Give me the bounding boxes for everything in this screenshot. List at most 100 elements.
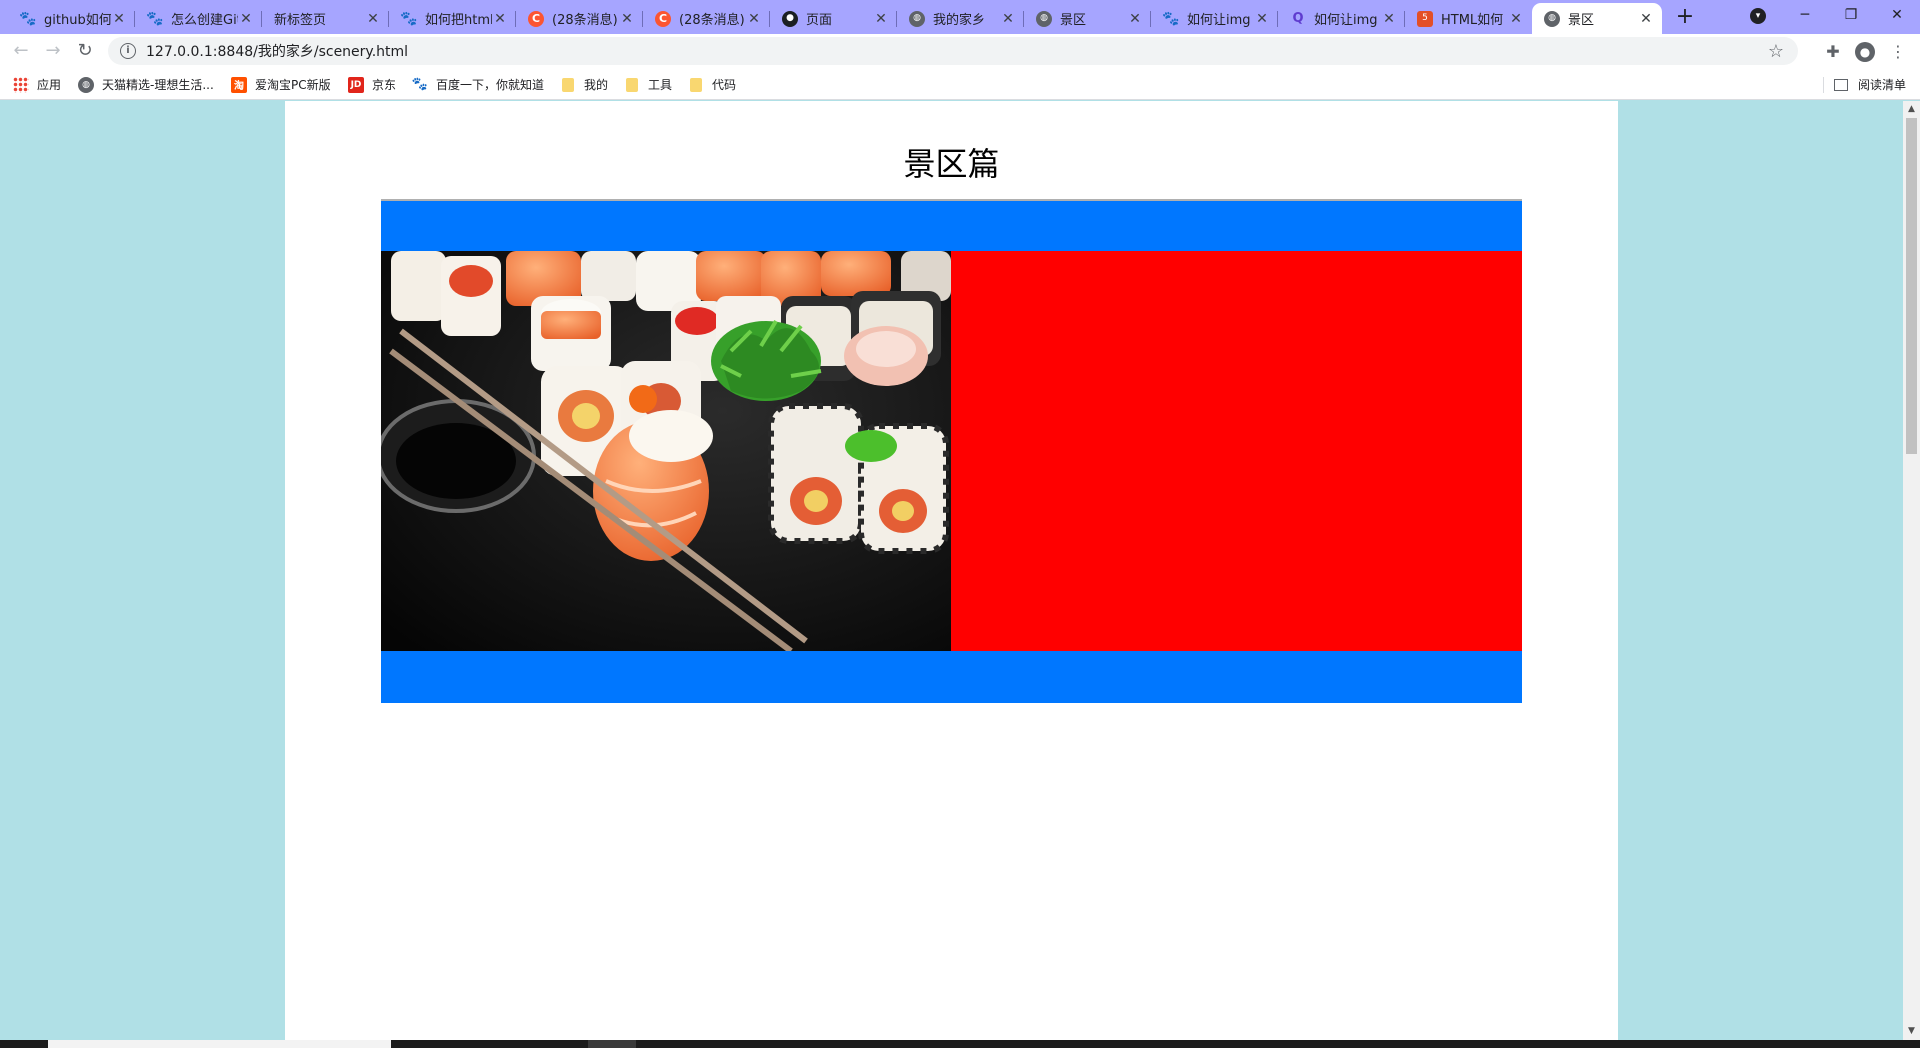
- close-tab-icon[interactable]: ✕: [1638, 11, 1654, 27]
- close-tab-icon[interactable]: ✕: [1127, 11, 1143, 27]
- extensions-puzzle-icon[interactable]: ✚: [1823, 42, 1843, 61]
- close-tab-icon[interactable]: ✕: [1000, 11, 1016, 27]
- close-tab-icon[interactable]: ✕: [1381, 11, 1397, 27]
- tab-csdn-1[interactable]: C (28条消息) ✕: [516, 3, 643, 34]
- close-tab-icon[interactable]: ✕: [619, 11, 635, 27]
- bookmark-label: 百度一下，你就知道: [436, 78, 545, 92]
- tab-create-git[interactable]: 🐾 怎么创建Git ✕: [135, 3, 262, 34]
- bookmark-jd[interactable]: JD 京东: [348, 76, 396, 93]
- tab-html[interactable]: 🐾 如何把html ✕: [389, 3, 516, 34]
- tab-img-1[interactable]: 🐾 如何让img ✕: [1151, 3, 1278, 34]
- tab-title: github如何: [44, 13, 111, 28]
- bookmarks-divider: [1822, 76, 1824, 93]
- tab-html-how[interactable]: 5 HTML如何 ✕: [1405, 3, 1532, 34]
- taskbar-app-browser[interactable]: [588, 1040, 636, 1048]
- blue-banner: [381, 201, 1522, 703]
- tab-title: 新标签页: [274, 13, 327, 28]
- tab-title: 景区: [1568, 13, 1595, 28]
- globe-icon: ◍: [1544, 10, 1560, 27]
- csdn-icon: C: [655, 10, 671, 27]
- globe-icon: ◍: [1036, 10, 1052, 27]
- reading-list-icon: [1833, 78, 1848, 91]
- tab-title: (28条消息): [552, 13, 618, 28]
- tab-github-page[interactable]: ● 页面 ✕: [770, 3, 897, 34]
- page-container: 景区篇: [285, 101, 1618, 1040]
- bookmark-taobao[interactable]: 淘 爱淘宝PC新版: [231, 76, 331, 93]
- baidu-paw-icon: 🐾: [1162, 10, 1180, 27]
- vertical-scrollbar[interactable]: ▲ ▼: [1903, 101, 1920, 1040]
- bookmark-folder-mine[interactable]: 我的: [562, 76, 608, 93]
- reading-list-label: 阅读清单: [1857, 78, 1906, 92]
- tab-img-2[interactable]: Q 如何让img ✕: [1278, 3, 1405, 34]
- close-tab-icon[interactable]: ✕: [365, 11, 381, 27]
- close-window-button[interactable]: ✕: [1874, 0, 1920, 30]
- tab-title: HTML如何: [1441, 13, 1504, 28]
- tab-new-tab[interactable]: 新标签页 ✕: [262, 3, 389, 34]
- close-tab-icon[interactable]: ✕: [1254, 11, 1270, 27]
- bookmark-label: 京东: [372, 78, 397, 92]
- profile-avatar-icon[interactable]: ●: [1855, 42, 1875, 62]
- tab-title: 页面: [806, 13, 833, 28]
- bookmark-folder-tools[interactable]: 工具: [626, 76, 672, 93]
- tab-scenery-active[interactable]: ◍ 景区 ✕: [1532, 3, 1662, 34]
- new-tab-button[interactable]: +: [1670, 4, 1700, 30]
- csdn-icon: C: [528, 10, 544, 27]
- site-info-icon[interactable]: i: [120, 43, 136, 59]
- scroll-up-arrow-icon[interactable]: ▲: [1903, 101, 1920, 118]
- bookmark-tmall[interactable]: ◍ 天猫精选-理想生活...: [78, 76, 214, 93]
- github-icon: ●: [782, 10, 798, 27]
- globe-icon: ◍: [909, 10, 925, 27]
- bookmark-label: 爱淘宝PC新版: [255, 78, 331, 92]
- jd-icon: JD: [348, 76, 364, 93]
- forward-arrow-icon[interactable]: →: [41, 39, 65, 63]
- bookmark-label: 代码: [712, 78, 737, 92]
- bookmark-label: 天猫精选-理想生活...: [102, 78, 214, 92]
- restore-button[interactable]: ❐: [1828, 0, 1874, 30]
- reading-list-button[interactable]: 阅读清单: [1822, 76, 1906, 93]
- bookmark-label: 应用: [37, 78, 62, 92]
- sushi-platter-illustration: [381, 251, 951, 651]
- tab-title: 如何让img: [1314, 13, 1378, 28]
- baidu-paw-icon: 🐾: [19, 10, 37, 27]
- folder-icon: [690, 77, 702, 92]
- baidu-paw-icon: 🐾: [411, 77, 429, 92]
- globe-icon: ◍: [78, 76, 94, 93]
- tab-title: (28条消息): [679, 13, 745, 28]
- scrollbar-thumb[interactable]: [1906, 118, 1917, 454]
- tab-search-icon[interactable]: ▾: [1750, 8, 1766, 24]
- address-url[interactable]: 127.0.0.1:8848/我的家乡/scenery.html: [146, 41, 408, 61]
- tab-title: 景区: [1060, 13, 1087, 28]
- minimize-button[interactable]: ─: [1782, 0, 1828, 30]
- tab-github[interactable]: 🐾 github如何 ✕: [8, 3, 135, 34]
- back-arrow-icon[interactable]: ←: [9, 39, 33, 63]
- tab-title: 如何让img: [1187, 13, 1251, 28]
- close-tab-icon[interactable]: ✕: [873, 11, 889, 27]
- red-panel: [951, 251, 1522, 651]
- reload-icon[interactable]: ↻: [73, 39, 97, 63]
- page-title: 景区篇: [903, 145, 1000, 183]
- tab-csdn-2[interactable]: C (28条消息) ✕: [643, 3, 770, 34]
- tab-scenery-1[interactable]: ◍ 景区 ✕: [1024, 3, 1151, 34]
- menu-kebab-icon[interactable]: ⋮: [1888, 42, 1908, 61]
- iqiyi-icon: Q: [1292, 11, 1304, 26]
- baidu-paw-icon: 🐾: [400, 10, 418, 27]
- address-bar[interactable]: i 127.0.0.1:8848/我的家乡/scenery.html ☆: [108, 37, 1798, 65]
- bookmark-apps[interactable]: 应用: [13, 76, 61, 93]
- tab-strip: 🐾 github如何 ✕ 🐾 怎么创建Git ✕ 新标签页 ✕ 🐾 如何把htm…: [0, 0, 1920, 34]
- taskbar-search[interactable]: [48, 1040, 391, 1048]
- page-viewport: 景区篇: [0, 101, 1903, 1040]
- bookmark-folder-code[interactable]: 代码: [690, 76, 736, 93]
- scroll-down-arrow-icon[interactable]: ▼: [1903, 1023, 1920, 1040]
- apps-grid-icon: [13, 76, 29, 93]
- close-tab-icon[interactable]: ✕: [746, 11, 762, 27]
- baidu-paw-icon: 🐾: [146, 10, 164, 27]
- close-tab-icon[interactable]: ✕: [238, 11, 254, 27]
- bookmark-label: 我的: [584, 78, 609, 92]
- close-tab-icon[interactable]: ✕: [1508, 11, 1524, 27]
- browser-toolbar: ← → ↻ i 127.0.0.1:8848/我的家乡/scenery.html…: [0, 34, 1920, 68]
- bookmark-star-icon[interactable]: ☆: [1768, 41, 1784, 62]
- tab-hometown[interactable]: ◍ 我的家乡 ✕: [897, 3, 1024, 34]
- bookmark-baidu[interactable]: 🐾 百度一下，你就知道: [412, 76, 544, 93]
- close-tab-icon[interactable]: ✕: [492, 11, 508, 27]
- close-tab-icon[interactable]: ✕: [111, 11, 127, 27]
